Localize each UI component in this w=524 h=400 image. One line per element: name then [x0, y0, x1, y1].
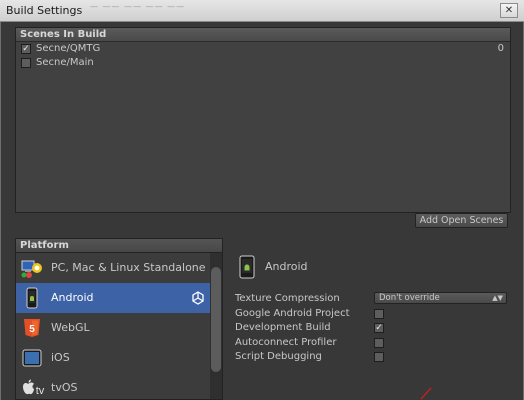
- scrollbar-thumb[interactable]: [211, 267, 221, 372]
- unity-active-platform-icon: [192, 291, 204, 305]
- platform-label: PC, Mac & Linux Standalone: [51, 261, 206, 274]
- platform-header: Platform: [15, 238, 223, 252]
- html5-icon: 5: [24, 319, 40, 337]
- background-menu-ghost: — —— —— —— ——: [90, 2, 186, 11]
- platform-label: WebGL: [51, 321, 90, 334]
- scene-checkbox[interactable]: [21, 58, 31, 68]
- script-debugging-checkbox[interactable]: [374, 352, 384, 362]
- platform-label: tvOS: [51, 381, 78, 394]
- close-window-button[interactable]: ✕: [500, 3, 518, 18]
- script-debugging-label: Script Debugging: [235, 351, 322, 362]
- window-title: Build Settings: [6, 4, 83, 17]
- red-mark-annotation-icon: [420, 387, 432, 400]
- ios-device-icon: [22, 349, 42, 367]
- scene-name: Secne/QMTG: [36, 43, 101, 54]
- google-android-project-checkbox[interactable]: [374, 309, 384, 319]
- add-open-scenes-button[interactable]: Add Open Scenes: [415, 213, 508, 228]
- platform-label: Android: [51, 291, 94, 304]
- scene-index: 0: [497, 43, 504, 54]
- texture-compression-dropdown[interactable]: Don't override ▲▼: [374, 292, 507, 304]
- platform-item-tvos[interactable]: tv tvOS: [16, 373, 211, 399]
- development-build-checkbox[interactable]: ✓: [374, 323, 384, 333]
- scene-row[interactable]: ✓ Secne/QMTG 0: [16, 42, 510, 56]
- scenes-header: Scenes In Build: [16, 28, 510, 42]
- texture-compression-label: Texture Compression: [235, 293, 340, 304]
- title-bar: Build Settings — —— —— —— —— ✕: [0, 0, 524, 22]
- platform-label: iOS: [51, 351, 70, 364]
- svg-text:tv: tv: [36, 385, 45, 397]
- build-settings-window: Scenes In Build ✓ Secne/QMTG 0 Secne/Mai…: [0, 22, 524, 400]
- platform-item-pc-standalone[interactable]: PC, Mac & Linux Standalone: [16, 253, 211, 283]
- android-icon: [26, 287, 38, 309]
- dropdown-value: Don't override: [379, 293, 440, 303]
- selected-platform-title: Android: [265, 260, 308, 273]
- google-android-project-label: Google Android Project: [235, 308, 350, 319]
- apple-tv-icon: tv: [23, 379, 45, 397]
- platform-item-ios[interactable]: iOS: [16, 343, 211, 373]
- android-icon: [239, 255, 255, 279]
- platform-scrollbar[interactable]: [210, 253, 222, 399]
- svg-text:5: 5: [29, 324, 35, 335]
- platform-item-android[interactable]: Android: [16, 283, 211, 313]
- scene-row[interactable]: Secne/Main: [16, 56, 510, 70]
- development-build-label: Development Build: [235, 322, 331, 333]
- platform-list: PC, Mac & Linux Standalone Android 5 Web…: [15, 252, 223, 400]
- autoconnect-profiler-checkbox[interactable]: [374, 338, 384, 348]
- platform-item-webgl[interactable]: 5 WebGL: [16, 313, 211, 343]
- dropdown-arrow-icon: ▲▼: [492, 294, 503, 302]
- scene-checkbox[interactable]: ✓: [21, 44, 31, 54]
- scene-name: Secne/Main: [36, 57, 94, 68]
- autoconnect-profiler-label: Autoconnect Profiler: [235, 337, 337, 348]
- scenes-in-build-panel: Scenes In Build ✓ Secne/QMTG 0 Secne/Mai…: [15, 27, 511, 213]
- pc-standalone-icon: [21, 260, 42, 278]
